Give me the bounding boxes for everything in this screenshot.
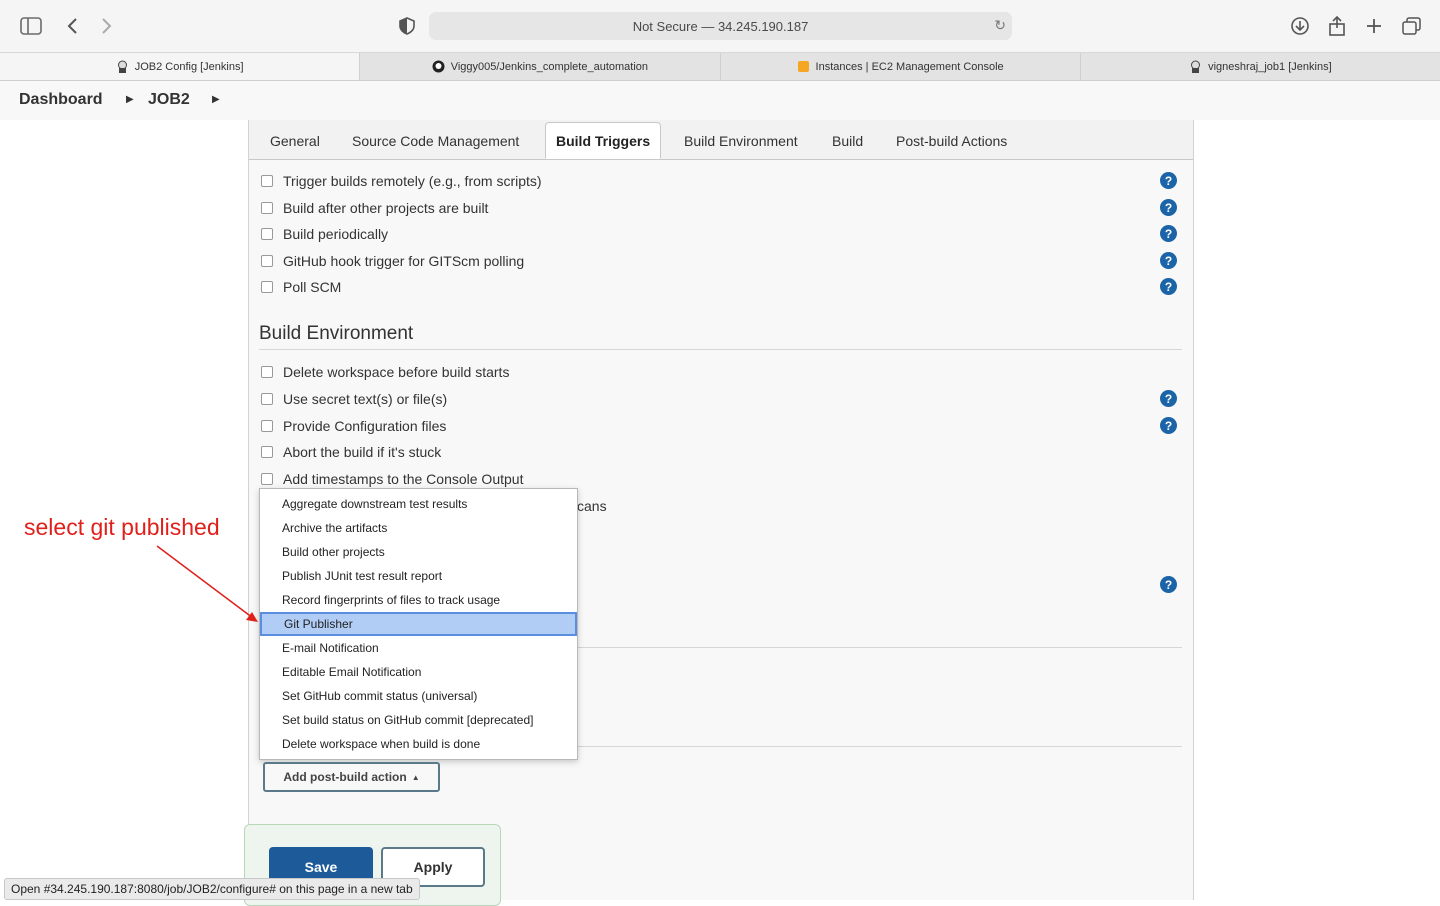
status-bar-link-preview: Open #34.245.190.187:8080/job/JOB2/confi… — [4, 878, 420, 900]
trigger-label: Trigger builds remotely (e.g., from scri… — [283, 173, 542, 189]
help-icon[interactable]: ? — [1160, 172, 1177, 189]
tab-build-triggers[interactable]: Build Triggers — [545, 122, 662, 159]
tab-post-build-actions[interactable]: Post-build Actions — [896, 133, 1007, 149]
menu-item-git-publisher[interactable]: Git Publisher — [260, 612, 577, 636]
address-bar[interactable]: Not Secure — 34.245.190.187 ↻ — [429, 12, 1012, 40]
env-label: Delete workspace before build starts — [283, 364, 510, 380]
help-icon[interactable]: ? — [1160, 199, 1177, 216]
tab-label: vigneshraj_job1 [Jenkins] — [1208, 60, 1332, 73]
trigger-after-projects-row: Build after other projects are built — [261, 200, 488, 216]
add-post-build-label: Add post-build action — [283, 770, 407, 784]
env-timestamps-row: Add timestamps to the Console Output — [261, 471, 523, 487]
trigger-periodically-row: Build periodically — [261, 226, 388, 242]
build-environment-title: Build Environment — [259, 323, 414, 344]
trigger-periodically-checkbox[interactable] — [261, 228, 273, 240]
browser-tab-strip: JOB2 Config [Jenkins] Viggy005/Jenkins_c… — [0, 53, 1440, 81]
chevron-right-icon[interactable]: ▶ — [126, 94, 134, 105]
tab-overview-icon[interactable] — [1400, 14, 1424, 38]
menu-item-archive-artifacts[interactable]: Archive the artifacts — [260, 516, 577, 540]
breadcrumb: Dashboard ▶ JOB2 ▶ — [0, 81, 1440, 120]
trigger-github-hook-checkbox[interactable] — [261, 255, 273, 267]
reload-icon[interactable]: ↻ — [994, 17, 1006, 34]
breadcrumb-job[interactable]: JOB2 — [148, 91, 190, 109]
env-label: Abort the build if it's stuck — [283, 444, 442, 460]
menu-item-delete-workspace[interactable]: Delete workspace when build is done — [260, 732, 577, 756]
trigger-poll-scm-checkbox[interactable] — [261, 281, 273, 293]
tab-label: JOB2 Config [Jenkins] — [134, 60, 244, 73]
menu-item-github-commit-status[interactable]: Set GitHub commit status (universal) — [260, 684, 577, 708]
share-icon[interactable] — [1325, 14, 1349, 38]
trigger-after-projects-checkbox[interactable] — [261, 202, 273, 214]
tab-label: Instances | EC2 Management Console — [815, 60, 1004, 73]
aws-icon — [797, 60, 810, 73]
tab-label: Viggy005/Jenkins_complete_automation — [450, 60, 649, 73]
env-abort-stuck-row: Abort the build if it's stuck — [261, 444, 441, 460]
post-build-action-menu: Aggregate downstream test results Archiv… — [259, 488, 578, 760]
env-label: Use secret text(s) or file(s) — [283, 391, 448, 407]
chevron-right-icon[interactable]: ▶ — [212, 94, 220, 105]
jenkins-icon — [1189, 60, 1202, 73]
env-label: Add timestamps to the Console Output — [283, 471, 524, 487]
tab-general[interactable]: General — [270, 133, 320, 149]
trigger-label: GitHub hook trigger for GITScm polling — [283, 253, 525, 269]
annotation-arrow-icon — [156, 545, 258, 622]
env-secret-checkbox[interactable] — [261, 393, 273, 405]
back-icon[interactable] — [60, 14, 84, 38]
help-icon[interactable]: ? — [1160, 417, 1177, 434]
section-divider — [259, 349, 1182, 350]
menu-item-record-fingerprints[interactable]: Record fingerprints of files to track us… — [260, 588, 577, 612]
shield-icon[interactable] — [395, 14, 419, 38]
tab-job1-jenkins[interactable]: vigneshraj_job1 [Jenkins] — [1081, 53, 1440, 80]
menu-item-publish-junit[interactable]: Publish JUnit test result report — [260, 564, 577, 588]
menu-item-editable-email[interactable]: Editable Email Notification — [260, 660, 577, 684]
download-icon[interactable] — [1288, 14, 1312, 38]
menu-item-github-build-status[interactable]: Set build status on GitHub commit [depre… — [260, 708, 577, 732]
tab-build-environment[interactable]: Build Environment — [684, 133, 798, 149]
github-icon — [432, 60, 445, 73]
trigger-remote-checkbox[interactable] — [261, 175, 273, 187]
tab-source-code-management[interactable]: Source Code Management — [352, 133, 519, 149]
trigger-remote-row: Trigger builds remotely (e.g., from scri… — [261, 173, 542, 189]
tab-job2-config[interactable]: JOB2 Config [Jenkins] — [0, 53, 361, 80]
menu-item-email-notification[interactable]: E-mail Notification — [260, 636, 577, 660]
env-abort-stuck-checkbox[interactable] — [261, 446, 273, 458]
browser-toolbar: Not Secure — 34.245.190.187 ↻ — [0, 0, 1440, 53]
env-delete-workspace-row: Delete workspace before build starts — [261, 364, 509, 380]
help-icon[interactable]: ? — [1160, 576, 1177, 593]
breadcrumb-dashboard[interactable]: Dashboard — [19, 91, 103, 109]
trigger-poll-scm-row: Poll SCM — [261, 279, 341, 295]
trigger-label: Poll SCM — [283, 279, 342, 295]
url-text: Not Secure — 34.245.190.187 — [632, 18, 809, 34]
new-tab-icon[interactable] — [1362, 14, 1386, 38]
obscured-item-text: cans — [577, 498, 607, 514]
trigger-github-hook-row: GitHub hook trigger for GITScm polling — [261, 253, 524, 269]
sidebar-toggle-icon[interactable] — [19, 14, 43, 38]
help-icon[interactable]: ? — [1160, 278, 1177, 295]
help-icon[interactable]: ? — [1160, 225, 1177, 242]
env-config-files-row: Provide Configuration files — [261, 418, 446, 434]
help-icon[interactable]: ? — [1160, 252, 1177, 269]
env-secret-row: Use secret text(s) or file(s) — [261, 391, 447, 407]
caret-up-icon: ▲ — [411, 772, 420, 782]
trigger-label: Build after other projects are built — [283, 200, 489, 216]
config-tab-bar: General Source Code Management Build Tri… — [249, 120, 1193, 160]
menu-item-aggregate-test-results[interactable]: Aggregate downstream test results — [260, 492, 577, 516]
annotation-text: select git published — [24, 514, 220, 540]
forward-icon[interactable] — [95, 14, 119, 38]
help-icon[interactable]: ? — [1160, 390, 1177, 407]
menu-item-build-other-projects[interactable]: Build other projects — [260, 540, 577, 564]
tab-ec2-console[interactable]: Instances | EC2 Management Console — [721, 53, 1081, 80]
jenkins-icon — [116, 60, 129, 73]
env-config-files-checkbox[interactable] — [261, 420, 273, 432]
env-timestamps-checkbox[interactable] — [261, 473, 273, 485]
trigger-label: Build periodically — [283, 226, 389, 242]
env-delete-workspace-checkbox[interactable] — [261, 366, 273, 378]
env-label: Provide Configuration files — [283, 418, 447, 434]
add-post-build-action-button[interactable]: Add post-build action ▲ — [263, 762, 440, 792]
tab-build[interactable]: Build — [832, 133, 863, 149]
tab-github-repo[interactable]: Viggy005/Jenkins_complete_automation — [360, 53, 721, 80]
